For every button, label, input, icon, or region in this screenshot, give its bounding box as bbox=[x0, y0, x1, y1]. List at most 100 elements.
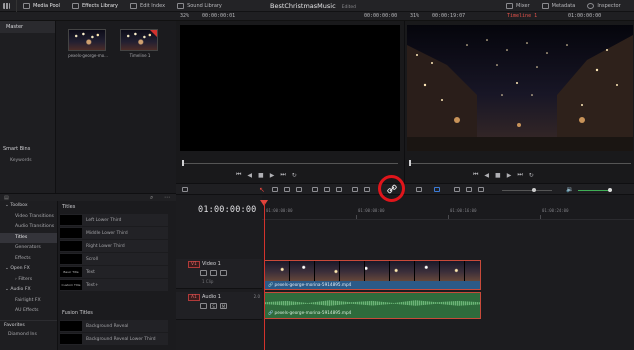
title-left-lower-third[interactable]: Left Lower Third bbox=[60, 214, 168, 226]
jump-start-icon[interactable]: ⏮ bbox=[236, 171, 241, 179]
tree-video-transitions[interactable]: Video Transitions bbox=[0, 212, 57, 223]
tree-audio-fx[interactable]: ⌄ Audio FX bbox=[0, 285, 57, 296]
title-middle-lower-third[interactable]: Middle Lower Third bbox=[60, 227, 168, 239]
more-options-icon[interactable]: ⋯ bbox=[164, 194, 170, 201]
play-icon[interactable]: ▶ bbox=[507, 172, 512, 179]
title-name: Right Lower Third bbox=[86, 243, 125, 249]
smart-bin-keywords[interactable]: Keywords bbox=[10, 158, 32, 163]
tree-effects[interactable]: Effects bbox=[0, 254, 57, 265]
rewind-icon[interactable]: ◀ bbox=[484, 172, 489, 179]
tree-au-effects[interactable]: AU Effects bbox=[0, 306, 57, 317]
sound-library-tab[interactable]: Sound Library bbox=[171, 0, 228, 12]
audio-clip[interactable]: 🔗 pexels-george-morina-5914895.mp4 bbox=[264, 292, 481, 319]
overwrite-clip-icon[interactable] bbox=[324, 187, 330, 192]
video-clip[interactable]: 🔗 pexels-george-morina-5914895.mp4 bbox=[264, 260, 481, 290]
flag-icon[interactable] bbox=[416, 187, 422, 192]
loop-icon[interactable]: ↻ bbox=[529, 172, 534, 179]
program-scrubber[interactable] bbox=[409, 160, 631, 166]
bin-master[interactable]: Master bbox=[0, 21, 55, 33]
timeline-toolbar: ↖ 🔉 bbox=[176, 183, 634, 195]
media-clip[interactable]: pexels-george-mo... bbox=[68, 29, 108, 58]
timeline-selector[interactable]: Timeline 1 bbox=[507, 13, 537, 19]
video-track-header: V1 Video 1 1 Clip bbox=[176, 259, 262, 289]
inspector-icon bbox=[587, 3, 595, 9]
marker-icon[interactable] bbox=[434, 187, 440, 192]
mute-button[interactable]: M bbox=[220, 303, 227, 309]
source-scrubber[interactable] bbox=[182, 160, 398, 166]
zoom-slider-handle[interactable] bbox=[532, 188, 536, 192]
tree-filters[interactable]: › Filters bbox=[0, 275, 57, 286]
mixer-tab[interactable]: Mixer bbox=[500, 0, 536, 12]
effects-library-tab[interactable]: Effects Library bbox=[66, 0, 124, 12]
tree-fairlight-fx[interactable]: Fairlight FX bbox=[0, 296, 57, 307]
dynamic-trim-icon[interactable] bbox=[284, 187, 290, 192]
stop-icon[interactable]: ■ bbox=[495, 172, 501, 179]
volume-slider[interactable] bbox=[578, 188, 612, 192]
lock-track-icon[interactable] bbox=[200, 303, 207, 309]
jump-end-icon[interactable]: ⏭ bbox=[517, 171, 522, 179]
tree-titles[interactable]: Titles bbox=[0, 232, 57, 243]
stop-icon[interactable]: ■ bbox=[258, 172, 264, 179]
scrub-handle[interactable] bbox=[182, 160, 184, 166]
timeline-ruler[interactable]: 01:00:00:00 01:00:08:00 01:00:16:00 01:0… bbox=[262, 195, 634, 220]
linked-selection-icon[interactable] bbox=[364, 187, 370, 192]
inspector-tab[interactable]: Inspector bbox=[581, 0, 626, 12]
source-screen[interactable] bbox=[180, 25, 400, 151]
ruler-tick bbox=[448, 215, 449, 219]
fusion-background-reveal-lower-third[interactable]: Background Reveal Lower Third bbox=[60, 333, 168, 345]
zoom-detail-icon[interactable] bbox=[466, 187, 472, 192]
timeline-view-icon[interactable] bbox=[182, 187, 188, 192]
trim-tool-icon[interactable] bbox=[272, 187, 278, 192]
title-scroll[interactable]: Scroll bbox=[60, 253, 168, 265]
title-text-plus[interactable]: Custom Title Text+ bbox=[60, 279, 168, 291]
zoom-slider[interactable] bbox=[502, 188, 552, 192]
jump-start-icon[interactable]: ⏮ bbox=[473, 171, 478, 179]
program-zoom[interactable]: 31% bbox=[410, 13, 419, 19]
program-screen[interactable] bbox=[407, 25, 633, 151]
tree-open-fx[interactable]: ⌄ Open FX bbox=[0, 264, 57, 275]
mixer-label: Mixer bbox=[516, 3, 530, 9]
timeline-clip[interactable]: Timeline 1 bbox=[120, 29, 160, 58]
metadata-icon bbox=[541, 3, 549, 9]
tree-audio-transitions[interactable]: Audio Transitions bbox=[0, 222, 57, 233]
zoom-custom-icon[interactable] bbox=[478, 187, 484, 192]
auto-select-icon[interactable] bbox=[210, 270, 217, 276]
replace-clip-icon[interactable] bbox=[336, 187, 342, 192]
snapping-icon[interactable] bbox=[352, 187, 358, 192]
lock-track-icon[interactable] bbox=[200, 270, 207, 276]
linked-selection-icon[interactable] bbox=[386, 184, 397, 194]
toggle-video-icon[interactable] bbox=[220, 270, 227, 276]
fusion-name: Background Reveal bbox=[86, 323, 129, 329]
edit-index-tab[interactable]: Edit Index bbox=[124, 0, 171, 12]
title-right-lower-third[interactable]: Right Lower Third bbox=[60, 240, 168, 252]
loop-icon[interactable]: ↻ bbox=[292, 172, 297, 179]
insert-clip-icon[interactable] bbox=[312, 187, 318, 192]
playhead[interactable] bbox=[264, 203, 265, 350]
ruler-label: 01:00:16:00 bbox=[450, 208, 477, 213]
favorite-diamond-ins[interactable]: Diamond Ins bbox=[0, 330, 57, 341]
media-pool-toggle[interactable] bbox=[0, 0, 16, 12]
source-viewer: ⏮ ◀ ■ ▶ ⏭ ↻ bbox=[176, 21, 404, 193]
media-pool-tab[interactable]: Media Pool bbox=[16, 0, 66, 12]
source-zoom[interactable]: 32% bbox=[180, 13, 189, 19]
tree-label: Audio FX bbox=[10, 287, 31, 292]
title-text[interactable]: Basic Title Text bbox=[60, 266, 168, 278]
volume-slider-handle[interactable] bbox=[608, 188, 612, 192]
solo-button[interactable]: S bbox=[210, 303, 217, 309]
program-scrub-handle[interactable] bbox=[409, 160, 411, 166]
tree-generators[interactable]: Generators bbox=[0, 243, 57, 254]
timeline-marker bbox=[150, 30, 157, 37]
jump-end-icon[interactable]: ⏭ bbox=[280, 171, 285, 179]
tree-toolbox[interactable]: ⌄ Toolbox bbox=[0, 201, 57, 212]
zoom-full-icon[interactable] bbox=[454, 187, 460, 192]
track-badge-v1[interactable]: V1 bbox=[188, 261, 200, 268]
fusion-background-reveal[interactable]: Background Reveal bbox=[60, 320, 168, 332]
track-badge-a1[interactable]: A1 bbox=[188, 294, 200, 301]
volume-icon[interactable]: 🔉 bbox=[566, 186, 573, 193]
metadata-tab[interactable]: Metadata bbox=[536, 0, 582, 12]
play-icon[interactable]: ▶ bbox=[270, 172, 275, 179]
clip-thumbnail bbox=[68, 29, 106, 51]
rewind-icon[interactable]: ◀ bbox=[247, 172, 252, 179]
selection-tool-icon[interactable]: ↖ bbox=[259, 186, 265, 194]
blade-tool-icon[interactable] bbox=[296, 187, 302, 192]
